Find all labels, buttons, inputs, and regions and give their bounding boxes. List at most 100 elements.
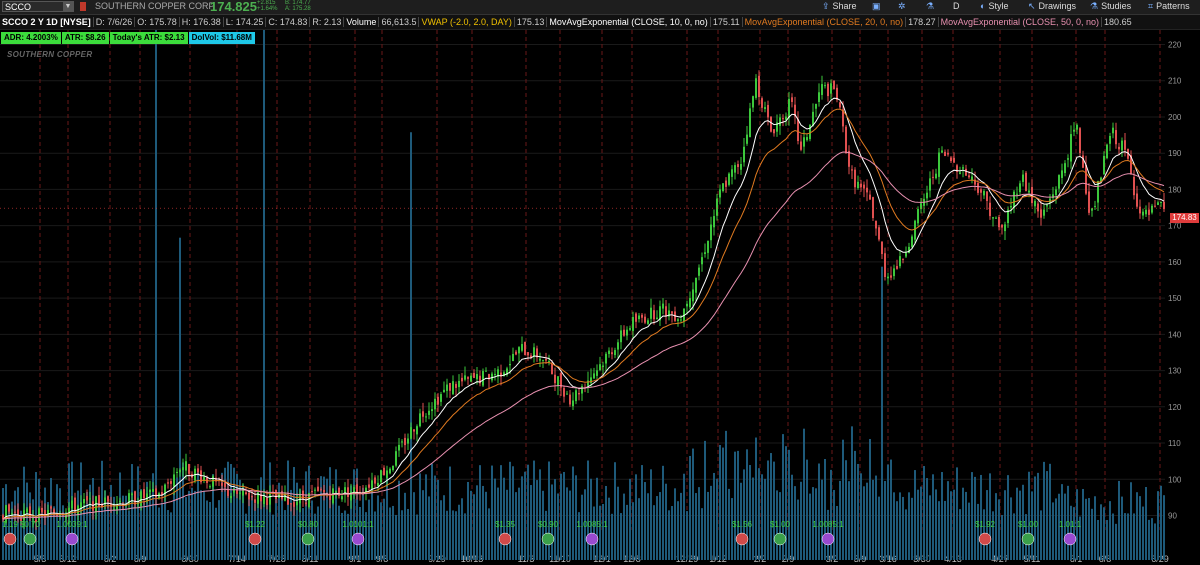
candle-body [902,258,904,260]
price-tick-label: 200 [1168,113,1182,122]
candle-body [908,246,910,254]
volume-bar [206,500,208,560]
volume-bar [260,477,262,560]
candle-body [413,429,415,432]
chevron-down-icon[interactable]: ▼ [63,2,73,11]
event-label: $1.00 [1018,520,1039,529]
volume-bar [635,474,637,560]
volume-bar [725,430,727,560]
candle-body [944,151,946,157]
gear-icon: ✲ [898,1,906,11]
dolvol-badge: DolVol: $11.68M [188,32,255,44]
candle-body [152,488,154,492]
event-marker-icon [541,532,555,546]
volume-bar [167,510,169,560]
volume-bar [290,489,292,560]
volume-bar [1124,513,1126,560]
candle-body [236,490,238,494]
share-label: Share [832,1,857,11]
candle-body [686,303,688,307]
volume-bar [800,481,802,560]
candle-body [779,117,781,126]
candle-body [26,508,28,513]
candle-body [305,502,307,505]
symbol-input[interactable]: SCCO ▼ [2,1,74,12]
candle-body [50,506,52,509]
price-tick-label: 140 [1168,330,1182,339]
candle-body [737,164,739,168]
volume-bar [1106,520,1108,560]
volume-bar [899,492,901,560]
candle-body [701,257,703,265]
volume-bar [230,464,232,560]
ema50-label[interactable]: MovAvgExponential (CLOSE, 50, 0, no) [937,17,1102,27]
chart-title[interactable]: SCCO 2 Y 1D [NYSE] [0,17,93,27]
volume-bar [875,475,877,560]
candle-body [422,411,424,417]
candle-body [743,146,745,163]
settings-button[interactable]: ✲ [898,0,909,13]
candle-body [410,427,412,439]
candle-body [389,468,391,474]
candle-body [845,126,847,154]
price-chart[interactable]: 90 100 110 120 130 140 150 160 170 180 190 200 210 22… [0,30,1200,565]
candle-body [485,370,487,372]
candle-body [881,241,883,255]
volume-bar [131,464,133,560]
style-button[interactable]: ◐ Style [980,0,1008,13]
event-label: $0.70 [20,520,41,529]
volume-bar [464,513,466,560]
candle-body [383,467,385,476]
candle-body [167,482,169,484]
volume-bar [1052,502,1054,560]
vwap-label[interactable]: VWAP (-2.0, 2.0, DAY) [418,17,514,27]
volume-bar [902,496,904,560]
volume-bar [149,492,151,560]
candle-body [629,328,631,330]
candle-body [320,489,322,491]
volume-bar [758,468,760,560]
candle-body [857,181,859,189]
candle-body [884,253,886,278]
volume-bar [731,498,733,560]
ema10-label[interactable]: MovAvgExponential (CLOSE, 10, 0, no) [546,17,710,27]
candle-body [704,252,706,254]
flask-button[interactable]: ⚗ [926,0,937,13]
volume-bar [878,496,880,560]
snapshot-button[interactable]: ▣ [872,0,884,13]
ema20-label[interactable]: MovAvgExponential (CLOSE, 20, 0, no) [741,17,906,27]
drawings-button[interactable]: ↖ Drawings [1028,0,1076,13]
volume-bar [1055,498,1057,560]
volume-bar [689,455,691,560]
candle-body [992,217,994,219]
volume-bar [209,501,211,560]
patterns-icon: ⌗ [1148,1,1154,11]
candle-body [443,389,445,393]
bid-ask: B: 174.77 A: 175.28 [285,0,311,12]
volume-label[interactable]: Volume [343,17,379,27]
candle-body [917,209,919,224]
candle-body [245,492,247,495]
alert-flag-icon[interactable] [80,2,86,11]
volume-bar [1154,523,1156,560]
volume-bar [896,501,898,560]
candle-body [1082,155,1084,168]
studies-button[interactable]: ⚗ Studies [1090,0,1131,13]
volume-bar [764,478,766,560]
event-marker-icon [498,532,512,546]
patterns-button[interactable]: ⌗ Patterns [1148,0,1190,13]
volume-bar [215,507,217,560]
candle-body [1043,209,1045,216]
event-label: $1.00 [770,520,791,529]
candle-body [251,496,253,498]
candle-body [53,509,55,513]
close-readout: C: 174.83 [265,17,310,27]
share-button[interactable]: ⇪ Share [822,0,857,13]
volume-bar [650,469,652,560]
candle-body [617,342,619,350]
volume-bar [488,508,490,560]
period-button[interactable]: D [953,0,960,13]
volume-bar [329,467,331,560]
high-readout: H: 176.38 [178,17,223,27]
volume-bar [143,502,145,560]
